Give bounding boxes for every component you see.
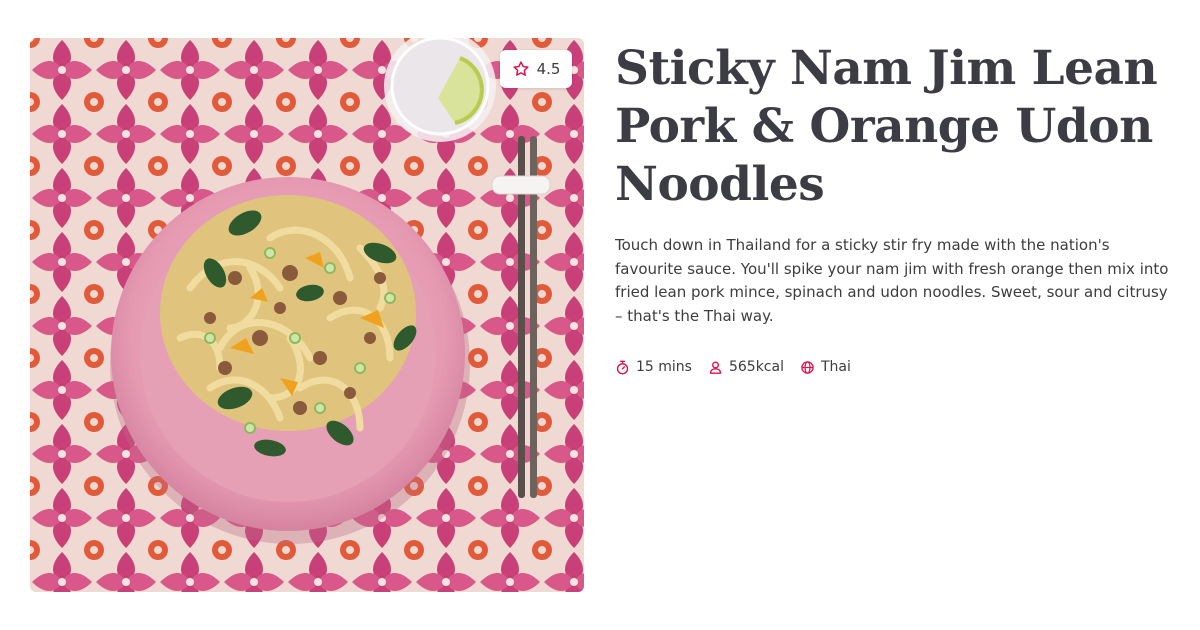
noodle-bowl [110, 177, 470, 544]
recipe-meta: 15 mins 565kcal Thai [615, 359, 1180, 375]
stopwatch-icon [615, 360, 630, 375]
recipe-details: Sticky Nam Jim Lean Pork & Orange Udon N… [615, 40, 1180, 375]
recipe-photo [30, 38, 584, 592]
meta-cuisine: Thai [800, 359, 851, 375]
meta-cuisine-label: Thai [820, 359, 851, 375]
meta-calories: 565kcal [708, 359, 784, 375]
rating-badge[interactable]: 4.5 [500, 50, 572, 88]
recipe-description: Touch down in Thailand for a sticky stir… [615, 236, 1169, 325]
person-icon [708, 360, 723, 375]
meta-time-label: 15 mins [636, 359, 692, 375]
recipe-card: 4.5 Sticky Nam Jim Lean Pork & Orange Ud… [0, 0, 1200, 630]
meta-time: 15 mins [615, 359, 692, 375]
recipe-title: Sticky Nam Jim Lean Pork & Orange Udon N… [615, 41, 1158, 212]
rating-value: 4.5 [536, 60, 561, 78]
globe-icon [800, 360, 815, 375]
star-icon [512, 60, 530, 78]
meta-calories-label: 565kcal [728, 359, 784, 375]
